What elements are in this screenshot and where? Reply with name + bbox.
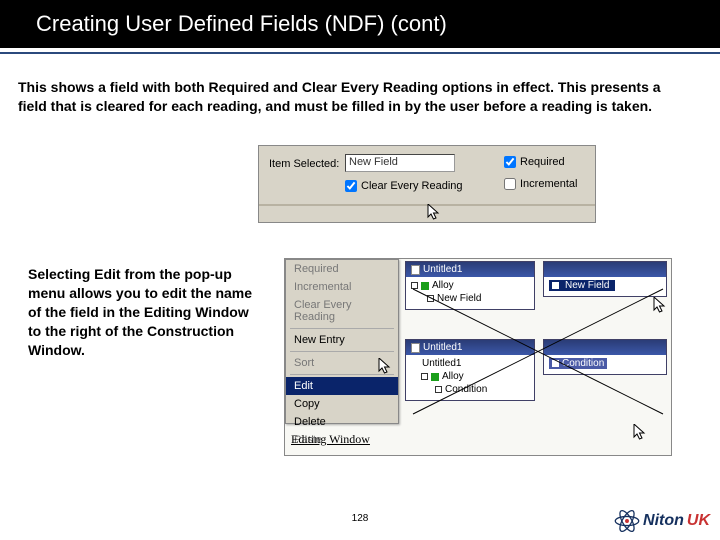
matrix-icon [421,282,429,290]
tree-item-newfield[interactable]: New Field [411,292,529,305]
incremental-box[interactable] [504,178,516,190]
tree-label: Alloy [442,371,464,382]
clear-every-reading-checkbox[interactable]: Clear Every Reading [345,180,463,192]
cursor-icon [633,424,647,445]
intro-paragraph: This shows a field with both Required an… [18,78,668,116]
menu-separator [290,328,394,329]
collapse-icon[interactable] [421,373,428,380]
editing-window-caption: Editing Window [291,432,370,447]
tree-item-alloy[interactable]: Alloy [411,279,529,292]
window-titlebar: Untitled1 [406,340,534,355]
atom-icon [614,508,640,534]
construction-window-bottom[interactable]: Untitled1 Untitled1 Alloy Condition [405,339,535,401]
editing-window-bottom[interactable]: Condition [543,339,667,375]
incremental-label: Incremental [520,178,577,190]
document-icon [411,359,419,368]
window-title: Untitled1 [423,342,462,353]
window-titlebar [544,262,666,277]
slide-title: Creating User Defined Fields (NDF) (cont… [0,0,720,48]
tree-label: Condition [445,384,487,395]
item-selected-label: Item Selected: [269,158,339,170]
figure-options-panel: Item Selected: New Field Clear Every Rea… [258,145,596,223]
clear-every-reading-box[interactable] [345,180,357,192]
edit-field-row[interactable]: Condition [549,357,661,370]
cursor-icon [653,297,667,318]
item-selected-field[interactable]: New Field [345,154,455,172]
menu-required[interactable]: Required [286,260,398,278]
window-titlebar: Untitled1 [406,262,534,277]
tree-label: Alloy [432,280,454,291]
field-icon [552,282,559,289]
field-icon [435,386,442,393]
tree-item-condition[interactable]: Condition [411,383,529,396]
required-label: Required [520,156,565,168]
brand-suffix: UK [687,512,710,530]
menu-delete[interactable]: Delete [286,413,398,431]
construction-window-top[interactable]: Untitled1 Alloy New Field [405,261,535,310]
brand-name: Niton [643,512,684,530]
clear-every-reading-label: Clear Every Reading [361,180,463,192]
field-icon [552,360,559,367]
menu-incremental[interactable]: Incremental [286,278,398,296]
editing-window-top[interactable]: New Field [543,261,667,297]
tree-item-alloy[interactable]: Alloy [411,370,529,383]
edit-paragraph: Selecting Edit from the pop-up menu allo… [28,265,258,359]
required-checkbox[interactable]: Required [504,156,565,168]
field-icon [427,295,434,302]
menu-separator [290,351,394,352]
tree-label: New Field [437,293,481,304]
window-titlebar [544,340,666,355]
tree-label: Untitled1 [422,358,461,369]
document-icon [411,265,420,275]
tree-item-untitled[interactable]: Untitled1 [411,357,529,370]
page-number: 128 [352,513,369,524]
cursor-icon [427,204,441,222]
collapse-icon[interactable] [411,282,418,289]
menu-edit[interactable]: Edit [286,377,398,395]
window-title: Untitled1 [423,264,462,275]
edit-field-name[interactable]: Condition [562,358,604,369]
matrix-icon [431,373,439,381]
menu-new-entry[interactable]: New Entry [286,331,398,349]
menu-copy[interactable]: Copy [286,395,398,413]
context-menu[interactable]: Required Incremental Clear Every Reading… [285,259,399,424]
document-icon [411,343,420,353]
header-rule [0,52,720,54]
cursor-icon [378,358,392,379]
menu-clear-every-reading[interactable]: Clear Every Reading [286,296,398,326]
edit-field-row[interactable]: New Field [549,279,661,292]
figure-edit-windows: Required Incremental Clear Every Reading… [284,258,672,456]
edit-field-name[interactable]: New Field [562,280,612,291]
incremental-checkbox[interactable]: Incremental [504,178,577,190]
brand-logo: NitonUK [614,508,710,534]
required-box[interactable] [504,156,516,168]
